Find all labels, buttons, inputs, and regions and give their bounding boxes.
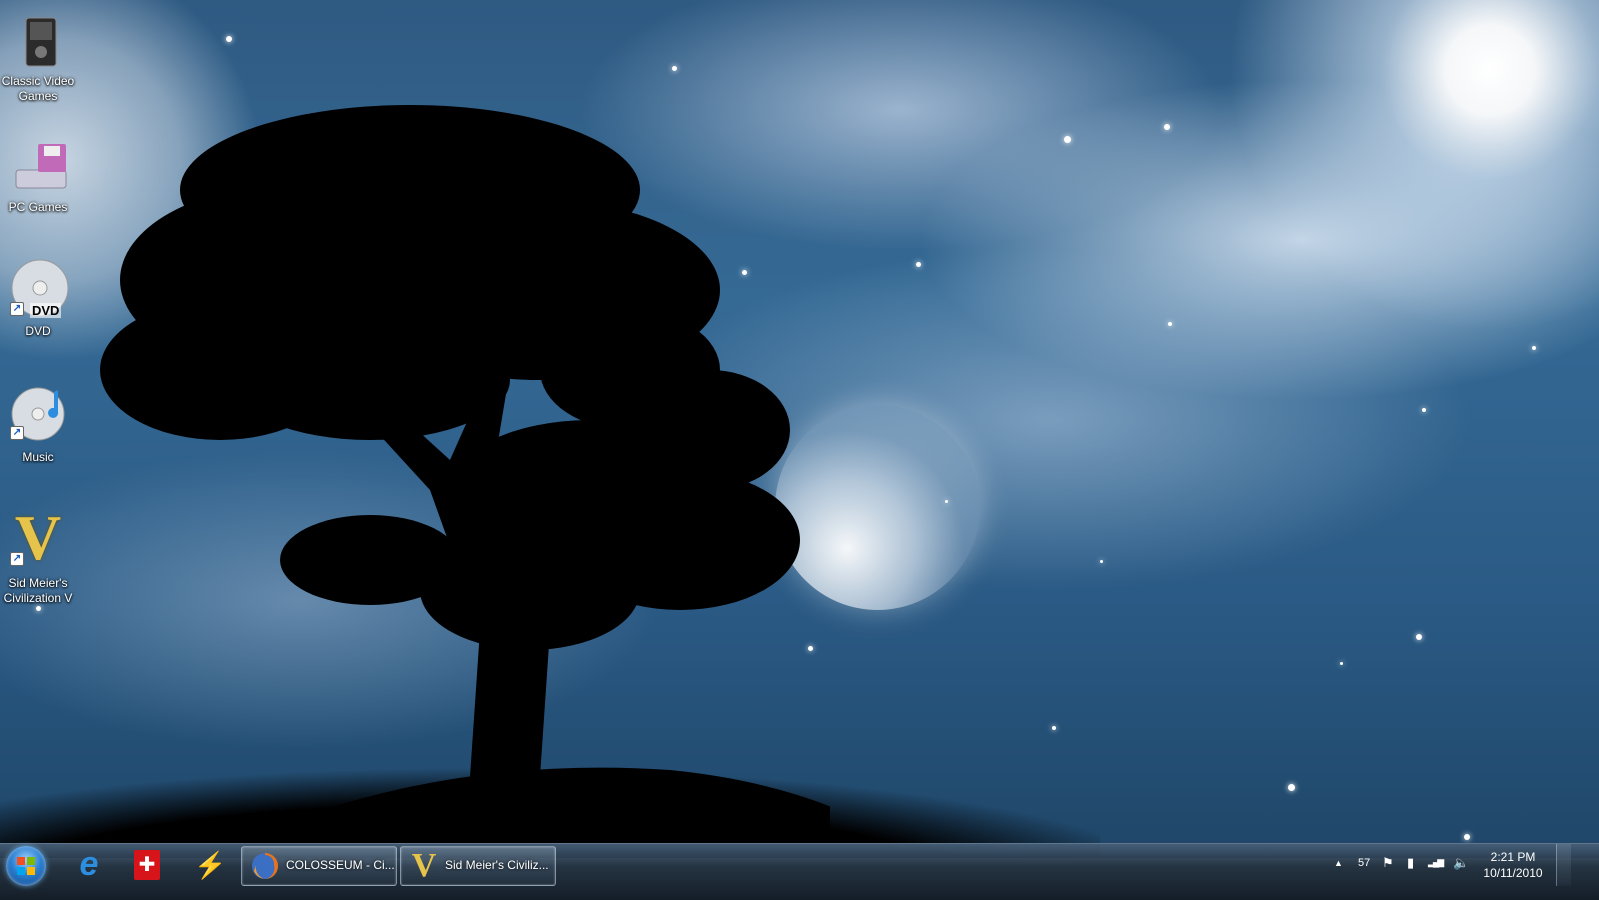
desktop-icon-classic-video-games[interactable]: Classic Video Games [0, 14, 76, 104]
taskbar: e ✚ ⚡ COLOSSEUM - Ci... V Sid Meier's Ci… [0, 843, 1599, 900]
desktop-icon-label: Classic Video Games [1, 74, 75, 103]
start-button[interactable] [6, 846, 46, 886]
desktop-icon-label: Sid Meier's Civilization V [3, 576, 73, 605]
windows-start-icon [17, 857, 35, 875]
network-signal-icon[interactable]: ▂▄▆ [1428, 857, 1444, 897]
star [1100, 560, 1103, 563]
desktop-icon-civ5[interactable]: V ↗ Sid Meier's Civilization V [0, 506, 76, 606]
power-icon[interactable]: ▮ [1407, 855, 1414, 895]
star [1288, 784, 1295, 791]
lightning-app-icon: ⚡ [194, 850, 227, 880]
shortcut-arrow-icon: ↗ [10, 552, 24, 566]
star [1464, 834, 1470, 840]
task-label: Sid Meier's Civiliz... [445, 858, 549, 872]
clock-date: 10/11/2010 [1483, 866, 1543, 880]
tray-number[interactable]: 57 [1358, 857, 1370, 897]
civ-v-icon: V ↗ [8, 506, 68, 570]
floppy-drive-icon [8, 140, 68, 200]
star [1422, 408, 1426, 412]
dvd-disc-icon: DVD ↗ [8, 258, 69, 318]
volume-icon[interactable]: 🔈 [1453, 855, 1469, 895]
tree-silhouette [100, 105, 830, 850]
task-firefox[interactable]: COLOSSEUM - Ci... [241, 846, 397, 886]
star [916, 262, 921, 267]
star [1532, 346, 1536, 350]
show-desktop-button[interactable] [1556, 844, 1571, 886]
clock-time: 2:21 PM [1490, 850, 1536, 864]
star [1168, 322, 1172, 326]
star [1340, 662, 1343, 665]
ground-silhouette [0, 748, 1100, 858]
shortcut-arrow-icon: ↗ [10, 426, 24, 440]
task-label: COLOSSEUM - Ci... [286, 858, 395, 872]
task-civilization[interactable]: V Sid Meier's Civiliz... [400, 846, 556, 886]
star [1164, 124, 1170, 130]
game-device-icon [8, 14, 68, 74]
star [226, 36, 232, 42]
desktop-icon-label: Music [22, 450, 54, 464]
desktop-icon-label: DVD [25, 324, 51, 338]
pinned-swiss-app[interactable]: ✚ [120, 847, 176, 883]
desktop-icon-dvd[interactable]: DVD ↗ DVD [0, 258, 76, 339]
star [1064, 136, 1071, 143]
dvd-overlay-text: DVD [30, 303, 62, 318]
swiss-flag-icon: ✚ [134, 850, 160, 880]
shortcut-arrow-icon: ↗ [10, 302, 24, 316]
star [36, 606, 41, 611]
desktop-icon-music[interactable]: ↗ Music [0, 382, 76, 465]
desktop-background: Classic Video Games PC Games DVD ↗ DVD ↗… [0, 0, 1599, 858]
music-disc-icon: ↗ [8, 382, 68, 442]
tray-expand-icon[interactable]: ▲ [1334, 858, 1343, 898]
firefox-icon [250, 851, 280, 881]
star [945, 500, 948, 503]
internet-explorer-icon: e [79, 845, 99, 883]
desktop-icon-label: PC Games [8, 200, 68, 214]
action-center-flag-icon[interactable]: ⚑ [1382, 855, 1394, 895]
pinned-internet-explorer[interactable]: e [60, 847, 116, 883]
pinned-lightning-app[interactable]: ⚡ [180, 847, 236, 883]
desktop-icon-pc-games[interactable]: PC Games [0, 140, 76, 215]
star [1052, 726, 1056, 730]
civ-v-icon: V [411, 847, 437, 884]
system-clock[interactable]: 2:21 PM 10/11/2010 [1477, 849, 1549, 881]
star [1416, 634, 1422, 640]
